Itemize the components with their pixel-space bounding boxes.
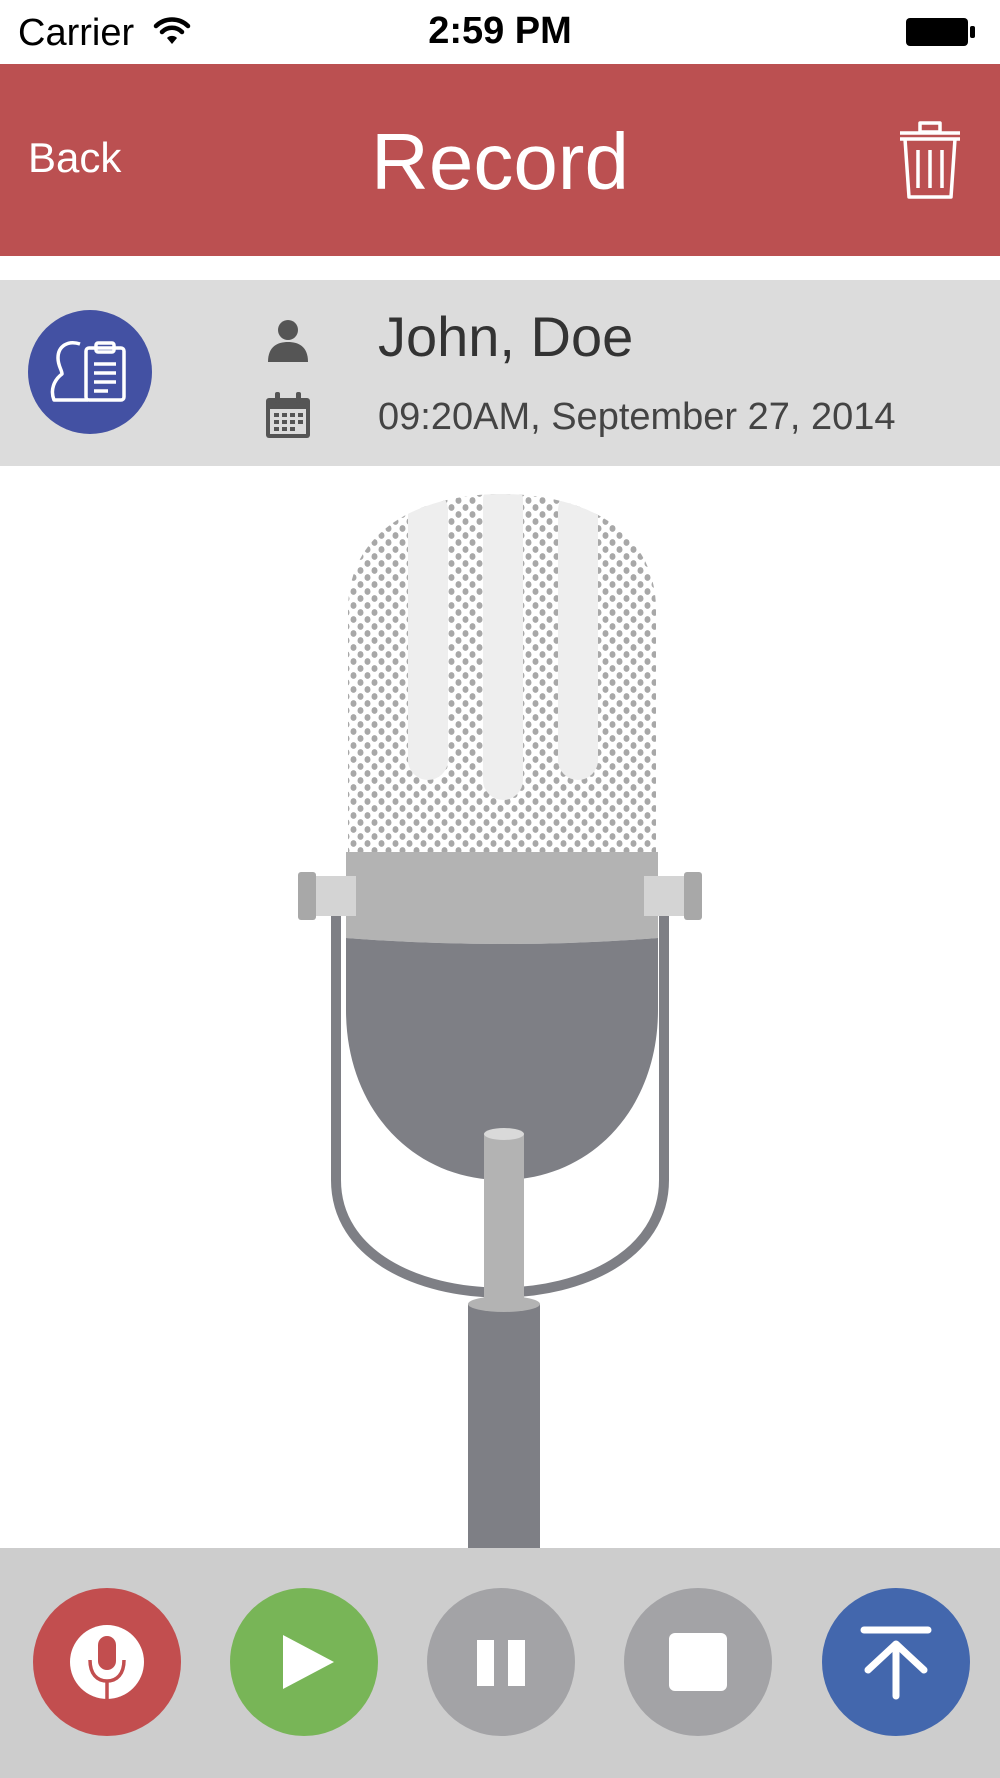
upload-button[interactable] [822, 1588, 970, 1736]
stop-icon [669, 1633, 727, 1691]
stop-button[interactable] [624, 1588, 772, 1736]
pause-button[interactable] [427, 1588, 575, 1736]
patient-notes-button[interactable] [28, 310, 152, 434]
microphone-illustration [298, 494, 702, 1548]
nav-bar: Back Record [0, 64, 1000, 256]
calendar-icon [266, 392, 310, 438]
battery-icon [906, 18, 975, 46]
upload-icon [860, 1626, 932, 1700]
status-bar: Carrier 2:59 PM [0, 0, 1000, 64]
patient-info-band: John, Doe 09:20AM, September 27, 2014 [0, 280, 1000, 466]
controls-bar [0, 1548, 1000, 1778]
patient-notes-icon [50, 341, 126, 402]
trash-icon[interactable] [898, 120, 962, 200]
play-icon [283, 1635, 334, 1689]
pause-icon [477, 1640, 525, 1686]
appointment-time: 09:20AM, September 27, 2014 [378, 396, 896, 438]
patient-name: John, Doe [378, 305, 634, 368]
record-button[interactable] [33, 1588, 181, 1736]
page-title: Record [371, 117, 629, 206]
person-icon [268, 320, 308, 362]
play-button[interactable] [230, 1588, 378, 1736]
microphone-icon [70, 1625, 144, 1700]
status-time: 2:59 PM [428, 10, 572, 52]
